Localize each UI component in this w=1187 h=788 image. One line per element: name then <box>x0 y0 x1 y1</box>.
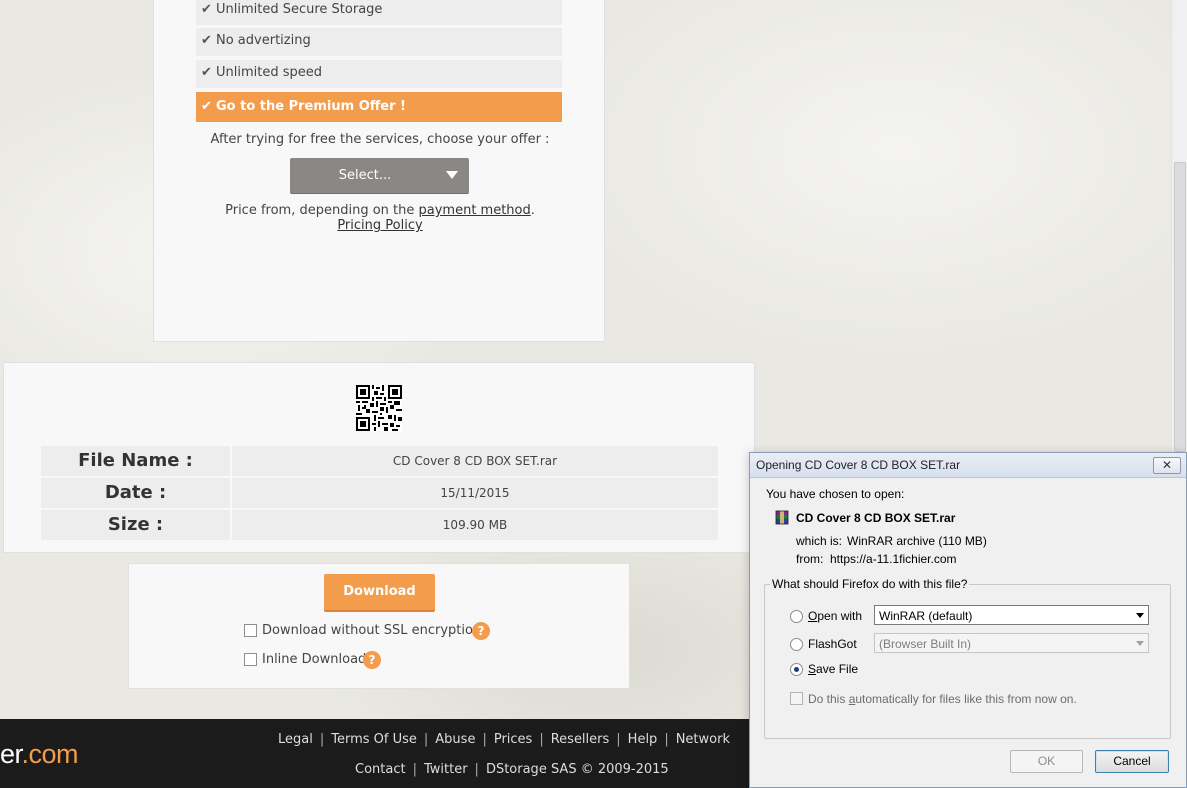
price-prefix: Price from, depending on the <box>225 203 415 218</box>
offer-select-label: Select... <box>338 168 392 183</box>
file-name-value: CD Cover 8 CD BOX SET.rar <box>232 446 718 476</box>
dialog-file-name: CD Cover 8 CD BOX SET.rar <box>796 511 956 525</box>
open-with-radio[interactable] <box>790 610 803 623</box>
size-row: Size : 109.90 MB <box>41 510 718 540</box>
file-name-row: File Name : CD Cover 8 CD BOX SET.rar <box>41 446 718 476</box>
from-label: from: <box>796 552 824 566</box>
download-button[interactable]: Download <box>324 574 435 610</box>
footer-link-terms[interactable]: Terms Of Use <box>331 732 417 747</box>
footer-link-resellers[interactable]: Resellers <box>551 732 610 747</box>
from-value: https://a-11.1fichier.com <box>830 552 957 566</box>
no-ssl-label[interactable]: Download without SSL encryption <box>262 622 481 640</box>
file-name-label: File Name : <box>41 446 230 476</box>
checkmark-icon: ✔ <box>201 2 212 17</box>
payment-method-link[interactable]: payment method <box>419 203 531 218</box>
feature-unlimited-storage: ✔ Unlimited Secure Storage <box>196 0 562 25</box>
logo-text: er <box>0 739 22 769</box>
pricing-policy-link[interactable]: Pricing Policy <box>337 218 422 233</box>
feature-no-ads: ✔ No advertizing <box>196 28 562 56</box>
action-question: What should Firefox do with this file? <box>770 577 970 591</box>
checkmark-icon: ✔ <box>201 99 212 114</box>
price-info: Price from, depending on the payment met… <box>154 203 606 233</box>
footer-link-help[interactable]: Help <box>628 732 658 747</box>
save-file-label[interactable]: Save File <box>808 662 858 676</box>
auto-action-checkbox[interactable] <box>790 692 803 705</box>
dialog-title: Opening CD Cover 8 CD BOX SET.rar <box>756 458 961 472</box>
footer-link-twitter[interactable]: Twitter <box>424 762 468 777</box>
feature-unlimited-speed: ✔ Unlimited speed <box>196 60 562 88</box>
footer-links-secondary: Contact | Twitter | DStorage SAS © 2009-2015 <box>355 762 669 777</box>
premium-panel: ✔ Unlimited Secure Storage ✔ No advertiz… <box>153 0 605 342</box>
open-with-select[interactable]: WinRAR (default) <box>874 605 1149 625</box>
flashgot-label[interactable]: FlashGot <box>808 637 857 651</box>
open-file-dialog: Opening CD Cover 8 CD BOX SET.rar ✕ You … <box>749 452 1187 788</box>
size-label: Size : <box>41 510 230 540</box>
download-panel: Download Download without SSL encryption… <box>128 563 630 689</box>
offer-select[interactable]: Select... <box>290 158 469 193</box>
footer-link-contact[interactable]: Contact <box>355 762 406 777</box>
which-is-label: which is: <box>796 534 843 548</box>
inline-download-label[interactable]: Inline Download <box>262 651 366 669</box>
choose-offer-text: After trying for free the services, choo… <box>210 132 550 147</box>
chevron-down-icon <box>1136 613 1144 618</box>
dialog-titlebar[interactable]: Opening CD Cover 8 CD BOX SET.rar ✕ <box>750 453 1186 478</box>
chevron-down-icon <box>1136 641 1144 646</box>
open-with-value: WinRAR (default) <box>879 609 973 623</box>
premium-offer-label: Go to the Premium Offer ! <box>216 99 406 114</box>
chosen-to-open-text: You have chosen to open: <box>766 487 905 501</box>
cancel-button[interactable]: Cancel <box>1095 750 1169 773</box>
help-icon[interactable]: ? <box>363 651 381 669</box>
inline-download-checkbox[interactable] <box>244 653 257 666</box>
checkmark-icon: ✔ <box>201 65 212 80</box>
date-row: Date : 15/11/2015 <box>41 478 718 508</box>
logo-domain: .com <box>21 739 79 769</box>
size-value: 109.90 MB <box>232 510 718 540</box>
date-value: 15/11/2015 <box>232 478 718 508</box>
ok-button[interactable]: OK <box>1010 750 1083 773</box>
flashgot-select: (Browser Built In) <box>874 633 1149 653</box>
open-with-label[interactable]: Open with <box>808 609 862 623</box>
premium-offer-button[interactable]: ✔ Go to the Premium Offer ! <box>196 92 562 122</box>
winrar-archive-icon <box>775 510 789 525</box>
which-is-value: WinRAR archive (110 MB) <box>847 534 987 548</box>
auto-action-label[interactable]: Do this automatically for files like thi… <box>808 692 1077 706</box>
footer-link-abuse[interactable]: Abuse <box>435 732 475 747</box>
close-icon[interactable]: ✕ <box>1153 457 1181 474</box>
feature-label: Unlimited speed <box>216 65 323 80</box>
date-label: Date : <box>41 478 230 508</box>
site-logo[interactable]: er.com <box>0 739 79 770</box>
chevron-down-icon <box>446 171 458 179</box>
file-info-panel: File Name : CD Cover 8 CD BOX SET.rar Da… <box>3 362 755 553</box>
checkmark-icon: ✔ <box>201 33 212 48</box>
no-ssl-checkbox[interactable] <box>244 624 257 637</box>
feature-label: Unlimited Secure Storage <box>216 2 383 17</box>
save-file-radio[interactable] <box>790 663 803 676</box>
footer-links-primary: Legal | Terms Of Use | Abuse | Prices | Reseller… <box>278 732 730 747</box>
scrollbar-thumb[interactable] <box>1174 162 1186 452</box>
flashgot-radio[interactable] <box>790 638 803 651</box>
price-suffix: . <box>530 203 535 218</box>
footer-link-legal[interactable]: Legal <box>278 732 313 747</box>
qr-code-icon <box>356 385 402 431</box>
footer-link-network[interactable]: Network <box>676 732 730 747</box>
footer-link-prices[interactable]: Prices <box>494 732 533 747</box>
feature-label: No advertizing <box>216 33 311 48</box>
flashgot-value: (Browser Built In) <box>879 637 972 651</box>
help-icon[interactable]: ? <box>472 622 490 640</box>
footer-copyright: DStorage SAS © 2009-2015 <box>485 762 669 777</box>
